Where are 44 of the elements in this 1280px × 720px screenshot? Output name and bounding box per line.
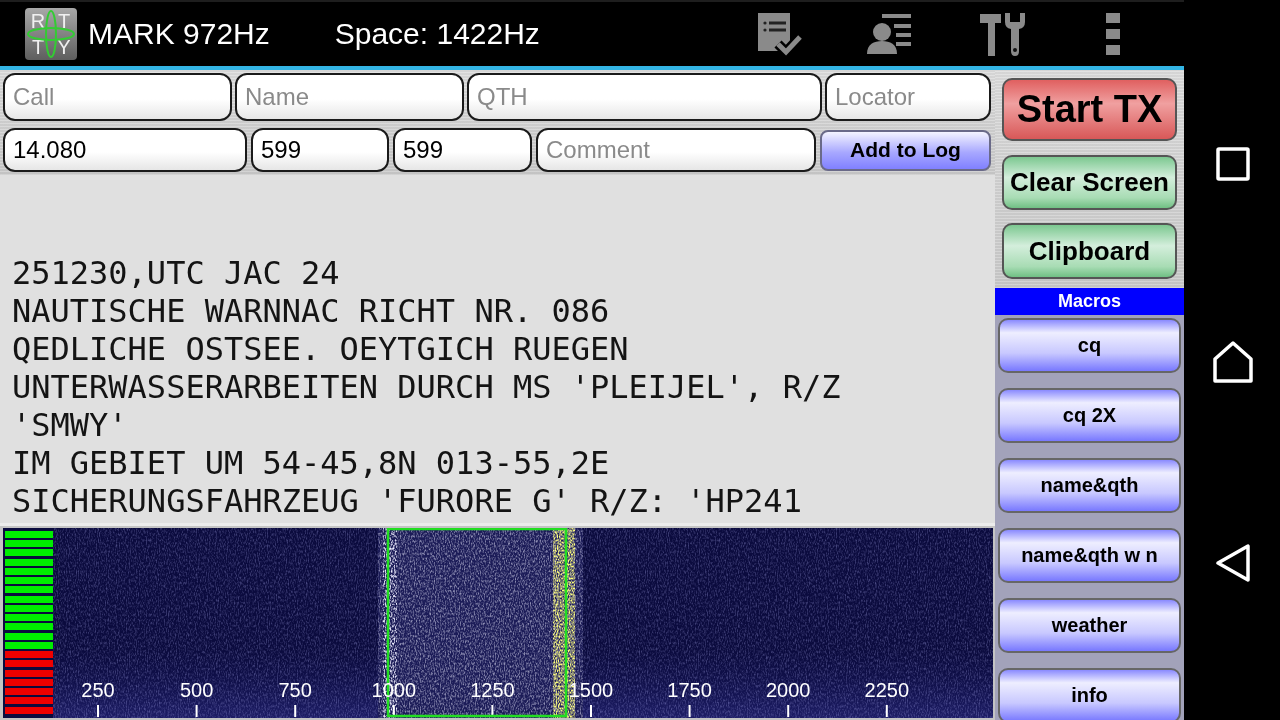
frequency-label: 250	[81, 678, 115, 702]
macro-button[interactable]: weather	[998, 598, 1181, 653]
received-line: NAUTISCHE WARNNAC RICHT NR. 086	[12, 292, 610, 330]
received-line: IM GEBIET UM 54-45,8N 013-55,2E	[12, 444, 610, 482]
tools-icon[interactable]	[978, 11, 1025, 57]
input-field[interactable]: Locator	[825, 73, 991, 121]
input-field[interactable]: Comment	[536, 128, 816, 172]
frequency-label: 1500	[568, 678, 614, 702]
macro-button[interactable]: name&qth w n	[998, 528, 1181, 583]
received-line: UNTERWASSERARBEITEN DURCH MS 'PLEIJEL', R/Z	[12, 368, 841, 406]
checklist-icon[interactable]	[755, 11, 802, 57]
macro-button[interactable]: cq	[998, 318, 1181, 373]
frequency-label: 750	[278, 678, 312, 702]
frequency-label: 1750	[667, 678, 712, 702]
input-field[interactable]: 599	[251, 128, 389, 172]
received-line: QEDLICHE OSTSEE. OEYTGICH RUEGEN	[12, 330, 629, 368]
frequency-label: 2250	[864, 678, 910, 702]
input-field[interactable]: QTH	[467, 73, 822, 121]
received-line: SICHERUNGSFAHRZEUG 'FURORE G' R/Z: 'HP241	[12, 482, 802, 520]
macro-button[interactable]: name&qth	[998, 458, 1181, 513]
input-field[interactable]: 599	[393, 128, 532, 172]
macro-button[interactable]: cq 2X	[998, 388, 1181, 443]
start-tx-button[interactable]: Start TX	[1002, 78, 1177, 141]
received-line: 251230,UTC JAC 24	[12, 254, 340, 292]
macros-header: Macros	[995, 288, 1184, 315]
command-button[interactable]: Clear Screen	[1002, 155, 1177, 210]
macro-button[interactable]: info	[998, 668, 1181, 720]
input-field[interactable]: Call	[3, 73, 232, 121]
frequency-label: 1250	[470, 678, 515, 702]
input-field[interactable]: Name	[235, 73, 464, 121]
command-button[interactable]: Clipboard	[1002, 223, 1177, 279]
mark-frequency: MARK 972Hz	[88, 17, 270, 51]
recent-apps-icon[interactable]	[1216, 147, 1250, 181]
back-icon[interactable]	[1215, 544, 1251, 582]
space-frequency: Space: 1422Hz	[334, 17, 540, 51]
app-logo: R T T Y	[25, 8, 77, 60]
frequency-label: 2000	[765, 678, 811, 702]
overflow-menu-icon[interactable]	[1105, 13, 1120, 55]
contacts-icon[interactable]	[865, 13, 912, 55]
home-icon[interactable]	[1213, 341, 1253, 383]
add-to-log-button[interactable]: Add to Log	[820, 129, 991, 171]
received-line: 'SMWY'	[12, 406, 128, 444]
frequency-label: 500	[179, 678, 214, 702]
input-field[interactable]: 14.080	[3, 128, 247, 172]
